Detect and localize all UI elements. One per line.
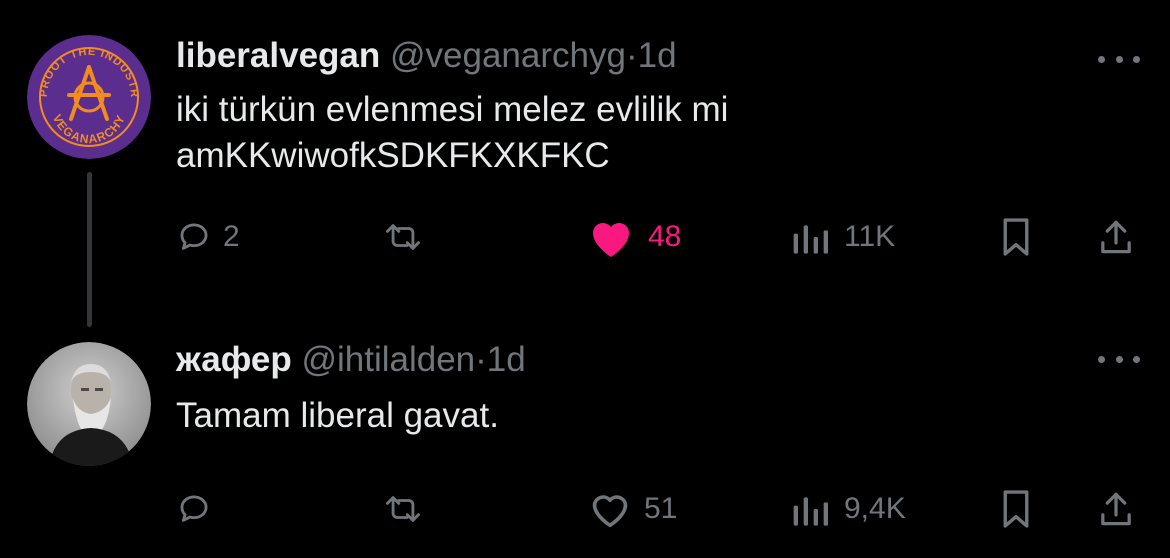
separator-dot: · bbox=[625, 36, 638, 75]
bookmark-button[interactable] bbox=[1000, 484, 1032, 534]
reply-icon bbox=[180, 495, 208, 522]
reply-count: 2 bbox=[223, 220, 240, 253]
tweet-text: iki türkün evlenmesi melez evlilik mi am… bbox=[176, 90, 729, 175]
timestamp[interactable]: 1d bbox=[638, 36, 677, 75]
repost-button[interactable] bbox=[383, 212, 435, 262]
views-button[interactable]: 9,4K bbox=[792, 484, 906, 534]
tweet-actions: 2 48 11K bbox=[0, 212, 1170, 262]
repost-icon bbox=[386, 224, 421, 250]
views-count: 9,4K bbox=[844, 492, 906, 525]
tweet-2: жафер @ihtilalden·1d Tamam liberal gavat… bbox=[0, 320, 1170, 558]
display-name[interactable]: liberalvegan bbox=[176, 36, 380, 75]
like-button[interactable]: 51 bbox=[588, 484, 677, 534]
user-handle[interactable]: @veganarchyg bbox=[390, 36, 626, 75]
separator-dot: · bbox=[475, 340, 487, 379]
tweet-header: жафер @ihtilalden·1d bbox=[176, 340, 526, 380]
views-count: 11K bbox=[844, 220, 896, 253]
like-icon bbox=[592, 495, 628, 528]
avatar-ihtilalden[interactable] bbox=[27, 342, 151, 466]
share-icon bbox=[1101, 492, 1131, 526]
bookmark-button[interactable] bbox=[1000, 212, 1032, 262]
user-handle[interactable]: @ihtilalden bbox=[301, 340, 475, 379]
views-button[interactable]: 11K bbox=[792, 212, 895, 262]
like-count: 48 bbox=[648, 220, 682, 253]
tweet-actions: 51 9,4K bbox=[0, 484, 1170, 534]
reply-button[interactable]: 2 bbox=[177, 212, 240, 262]
more-icon[interactable] bbox=[1098, 352, 1140, 366]
share-icon bbox=[1101, 220, 1131, 254]
timestamp[interactable]: 1d bbox=[487, 340, 526, 379]
share-button[interactable] bbox=[1098, 484, 1134, 534]
reply-button[interactable] bbox=[177, 484, 223, 534]
like-count: 51 bbox=[644, 492, 678, 525]
bookmark-icon bbox=[1003, 218, 1029, 256]
share-button[interactable] bbox=[1098, 212, 1134, 262]
tweet-1: UPROOT THE INDUSTRY VEGANARCHY liberalve… bbox=[0, 0, 1170, 327]
more-icon[interactable] bbox=[1098, 52, 1140, 66]
reply-icon bbox=[180, 223, 208, 250]
avatar-liberalvegan[interactable]: UPROOT THE INDUSTRY VEGANARCHY bbox=[27, 35, 151, 159]
like-button[interactable]: 48 bbox=[586, 212, 681, 262]
like-icon bbox=[593, 223, 629, 257]
tweet-text: Tamam liberal gavat. bbox=[176, 396, 499, 435]
views-icon bbox=[793, 497, 828, 526]
display-name[interactable]: жафер bbox=[176, 340, 292, 379]
tweet-header: liberalvegan @veganarchyg·1d bbox=[176, 36, 677, 76]
repost-icon bbox=[386, 496, 421, 522]
bookmark-icon bbox=[1003, 490, 1029, 528]
repost-button[interactable] bbox=[383, 484, 435, 534]
views-icon bbox=[793, 225, 828, 254]
